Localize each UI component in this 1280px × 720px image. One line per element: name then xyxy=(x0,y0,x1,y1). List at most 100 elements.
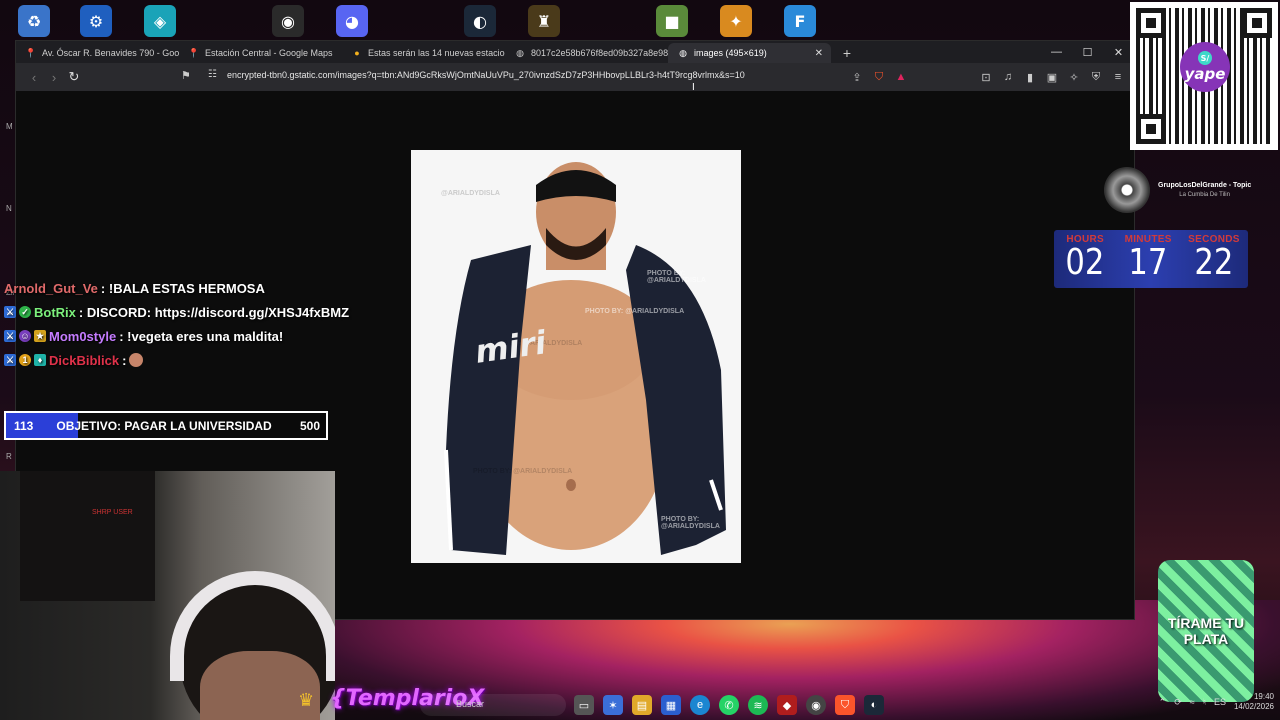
share-icon[interactable]: ⇪ xyxy=(848,67,866,87)
song-title: La Cumbia De Tilin xyxy=(1179,192,1230,198)
page-actions: ⇪ ⛉ ▲ xyxy=(848,67,910,87)
moderator-badge-icon: ⚔ xyxy=(4,354,16,366)
music-icon[interactable]: ♫ xyxy=(998,67,1018,87)
goal-current: 113 xyxy=(14,418,34,433)
chat-username: DickBiblick xyxy=(49,352,120,368)
url-field[interactable]: encrypted-tbn0.gstatic.com/images?q=tbn:… xyxy=(227,70,745,80)
obs-icon[interactable]: ◉ xyxy=(272,5,304,37)
tab-title: images (495×619) xyxy=(694,48,767,58)
mic-icon[interactable]: ♮ xyxy=(1203,697,1206,708)
clock-date: 14/02/2026 xyxy=(1233,702,1274,711)
verified-badge-icon: ✓ xyxy=(19,306,31,318)
edge-icon[interactable]: e xyxy=(690,695,710,715)
countdown-minutes: MINUTES 17 xyxy=(1125,234,1172,281)
steam-taskbar-icon[interactable]: ◐ xyxy=(864,695,884,715)
now-playing-widget: GrupoLosDelGrande - Topic La Cumbia De T… xyxy=(1104,167,1274,213)
whatsapp-icon[interactable]: ✆ xyxy=(719,695,739,715)
yape-logo: S/ yape xyxy=(1180,42,1230,92)
chat-message: ⚔ ☺ ★ Mom0style : !vegeta eres una maldi… xyxy=(4,324,404,348)
desktop-icons: ♻ ⚙ ◈ ◉ ◕ ◐ ♜ ■ ✦ F xyxy=(0,0,1130,40)
menu-icon[interactable]: ≡ xyxy=(1108,67,1128,87)
gift-badge-icon: ♦ xyxy=(34,354,46,366)
desktop-label: M xyxy=(6,122,13,131)
seconds-value: 22 xyxy=(1194,242,1234,283)
game-icon[interactable]: ♜ xyxy=(528,5,560,37)
tab-0[interactable]: 📍 Av. Óscar R. Benavides 790 - Google xyxy=(16,43,179,63)
watermark: PHOTO BY: @ARIALDYDISLA xyxy=(473,468,573,475)
reload-icon[interactable]: ↻ xyxy=(64,67,84,87)
bookmark-icon[interactable]: ⚑ xyxy=(181,69,191,82)
tray-expand-icon[interactable]: ⌃ xyxy=(1159,697,1167,708)
recycle-bin-icon[interactable]: ♻ xyxy=(18,5,50,37)
steam-icon[interactable]: ◐ xyxy=(464,5,496,37)
new-tab-button[interactable]: + xyxy=(837,43,857,63)
minecraft-icon[interactable]: ■ xyxy=(656,5,688,37)
vpn-icon[interactable]: ⛨ xyxy=(1086,67,1106,87)
donation-goal-bar: 113 OBJETIVO: PAGAR LA UNIVERSIDAD 500 xyxy=(4,411,328,440)
site-info-icon[interactable]: ☷ xyxy=(208,69,217,80)
desktop-label: R xyxy=(6,452,12,461)
tab-2[interactable]: ● Estas serán las 14 nuevas estaciones xyxy=(342,43,505,63)
game-launcher-icon[interactable]: ◆ xyxy=(777,695,797,715)
store-icon[interactable]: ▦ xyxy=(661,695,681,715)
minimize-icon[interactable]: — xyxy=(1041,41,1072,63)
watermark: @ARIALDYDISLA xyxy=(441,190,500,197)
forward-icon[interactable]: › xyxy=(44,67,64,87)
obs-taskbar-icon[interactable]: ◉ xyxy=(806,695,826,715)
location-pin-icon: 📍 xyxy=(25,47,37,58)
maximize-icon[interactable]: ☐ xyxy=(1072,41,1103,63)
brave-icon[interactable]: ⛉ xyxy=(835,695,855,715)
leo-ai-icon[interactable]: ✧ xyxy=(1064,67,1084,87)
countdown-hours: HOURS 02 xyxy=(1062,234,1108,281)
emote-badge-icon: ☺ xyxy=(19,330,31,342)
discord-icon[interactable]: ◕ xyxy=(336,5,368,37)
address-bar: ‹ › ↻ ⚑ ☷ encrypted-tbn0.gstatic.com/ima… xyxy=(16,63,1134,91)
background-monitor: SHRP USER xyxy=(20,471,155,601)
globe-icon: ◍ xyxy=(516,47,524,58)
tip-text: TÍRAME TU PLATA xyxy=(1167,615,1245,647)
emote-icon xyxy=(129,353,144,367)
goal-label: OBJETIVO: PAGAR LA UNIVERSIDAD xyxy=(56,418,272,433)
close-tab-icon[interactable]: ✕ xyxy=(815,48,823,59)
wallet-icon[interactable]: ▣ xyxy=(1042,67,1062,87)
monitor-text: SHRP USER xyxy=(92,509,133,516)
spotify-icon[interactable]: ≋ xyxy=(748,695,768,715)
file-explorer-icon[interactable]: ▤ xyxy=(632,695,652,715)
chat-text: : !BALA ESTAS HERMOSA xyxy=(100,280,265,296)
tab-4-active[interactable]: ◍ images (495×619) ✕ xyxy=(668,43,831,63)
album-art-icon xyxy=(1104,167,1150,213)
displayed-image: @ARIALDYDISLA PHOTO BY: @ARIALDYDISLA PH… xyxy=(411,150,741,563)
fortnite-icon[interactable]: F xyxy=(784,5,816,37)
sync-icon[interactable]: ⟳ xyxy=(1174,697,1182,708)
stream-chat: Arnold_Gut_Ve : !BALA ESTAS HERMOSA ⚔ ✓ … xyxy=(4,276,404,372)
tab-3[interactable]: ◍ 8017c2e58b676f8ed09b327a8e98b2 xyxy=(505,43,668,63)
csgo-icon[interactable]: ✦ xyxy=(720,5,752,37)
chat-username: Arnold_Gut_Ve xyxy=(4,280,98,296)
desktop-label: N xyxy=(6,204,12,213)
task-view-icon[interactable]: ▭ xyxy=(574,695,594,715)
taskbar-search[interactable]: Buscar xyxy=(420,694,566,716)
back-icon[interactable]: ‹ xyxy=(24,67,44,87)
countdown-timer: HOURS 02 MINUTES 17 SECONDS 22 xyxy=(1054,230,1248,288)
qr-finder xyxy=(1136,8,1166,38)
system-tray: ⌃ ⟳ ≈ ♮ ES 19:40 14/02/2026 xyxy=(1159,692,1274,712)
chat-message: ⚔ 1 ♦ DickBiblick : xyxy=(4,348,404,372)
screenshot-icon[interactable]: ⊡ xyxy=(976,67,996,87)
tab-title: Av. Óscar R. Benavides 790 - Google xyxy=(42,48,179,58)
countdown-seconds: SECONDS 22 xyxy=(1188,234,1240,281)
sub-badge-icon: ★ xyxy=(34,330,46,342)
sidebar-icon[interactable]: ▮ xyxy=(1020,67,1040,87)
tab-1[interactable]: 📍 Estación Central - Google Maps xyxy=(179,43,342,63)
app-diamond-icon[interactable]: ◈ xyxy=(144,5,176,37)
brave-shield-icon[interactable]: ⛉ xyxy=(870,67,888,87)
qr-finder xyxy=(1136,114,1166,144)
lang-indicator[interactable]: ES xyxy=(1214,697,1226,707)
wifi-icon[interactable]: ≈ xyxy=(1190,697,1195,707)
copilot-icon[interactable]: ✶ xyxy=(603,695,623,715)
brave-rewards-icon[interactable]: ▲ xyxy=(892,67,910,87)
clock[interactable]: 19:40 14/02/2026 xyxy=(1234,692,1274,712)
app-gear-icon[interactable]: ⚙ xyxy=(80,5,112,37)
chat-message: Arnold_Gut_Ve : !BALA ESTAS HERMOSA xyxy=(4,276,404,300)
chat-text: : !vegeta eres una maldita! xyxy=(119,328,284,344)
qr-pattern: S/ yape xyxy=(1136,8,1272,144)
